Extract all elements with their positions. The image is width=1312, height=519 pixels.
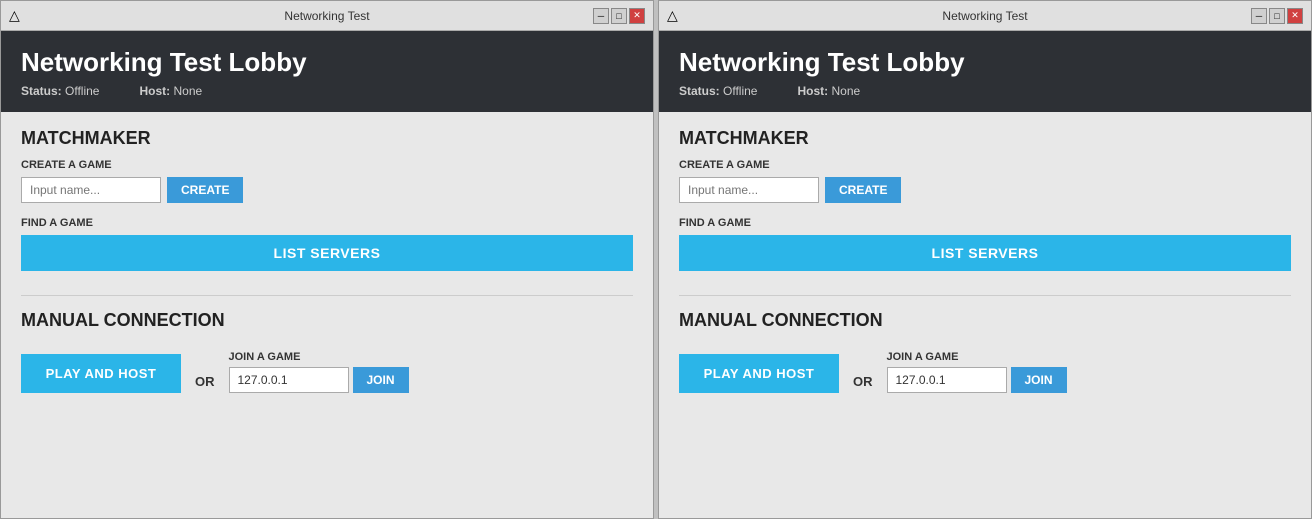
title-bar-1: △ Networking Test ─ □ ✕: [1, 1, 653, 31]
status-label-1: Status: Offline: [21, 84, 99, 98]
manual-title-2: MANUAL CONNECTION: [679, 310, 1291, 331]
join-button-1[interactable]: JOIN: [353, 367, 409, 393]
play-host-button-1[interactable]: PLAY AND HOST: [21, 354, 181, 393]
join-button-2[interactable]: JOIN: [1011, 367, 1067, 393]
lobby-title-2: Networking Test Lobby: [679, 47, 1291, 78]
divider-2: [679, 295, 1291, 296]
create-button-1[interactable]: CREATE: [167, 177, 243, 203]
title-bar-2: △ Networking Test ─ □ ✕: [659, 1, 1311, 31]
find-label-2: FIND A GAME: [679, 217, 1291, 229]
create-row-1: CREATE: [21, 177, 633, 203]
unity-logo-icon-2: △: [667, 7, 678, 24]
matchmaker-title-2: MATCHMAKER: [679, 128, 1291, 149]
join-section-2: JOIN A GAME JOIN: [887, 351, 1067, 393]
join-row-2: JOIN: [887, 367, 1067, 393]
maximize-button-2[interactable]: □: [1269, 8, 1285, 24]
close-button-2[interactable]: ✕: [1287, 8, 1303, 24]
window-2: △ Networking Test ─ □ ✕ Networking Test …: [658, 0, 1312, 519]
close-button-1[interactable]: ✕: [629, 8, 645, 24]
join-section-1: JOIN A GAME JOIN: [229, 351, 409, 393]
list-servers-button-1[interactable]: LIST SERVERS: [21, 235, 633, 271]
or-text-2: OR: [853, 374, 873, 389]
header-1: Networking Test Lobby Status: Offline Ho…: [1, 31, 653, 112]
divider-1: [21, 295, 633, 296]
manual-row-2: PLAY AND HOST OR JOIN A GAME JOIN: [679, 351, 1291, 393]
matchmaker-title-1: MATCHMAKER: [21, 128, 633, 149]
create-button-2[interactable]: CREATE: [825, 177, 901, 203]
find-label-1: FIND A GAME: [21, 217, 633, 229]
header-2: Networking Test Lobby Status: Offline Ho…: [659, 31, 1311, 112]
join-label-1: JOIN A GAME: [229, 351, 409, 363]
content-1: MATCHMAKER CREATE A GAME CREATE FIND A G…: [1, 112, 653, 518]
status-label-2: Status: Offline: [679, 84, 757, 98]
join-row-1: JOIN: [229, 367, 409, 393]
window-1: △ Networking Test ─ □ ✕ Networking Test …: [0, 0, 654, 519]
manual-row-1: PLAY AND HOST OR JOIN A GAME JOIN: [21, 351, 633, 393]
ip-input-2[interactable]: [887, 367, 1007, 393]
title-bar-title-1: Networking Test: [284, 9, 369, 23]
create-label-2: CREATE A GAME: [679, 159, 1291, 171]
unity-logo-icon: △: [9, 7, 20, 24]
input-name-1[interactable]: [21, 177, 161, 203]
or-text-1: OR: [195, 374, 215, 389]
play-host-button-2[interactable]: PLAY AND HOST: [679, 354, 839, 393]
join-label-2: JOIN A GAME: [887, 351, 1067, 363]
manual-title-1: MANUAL CONNECTION: [21, 310, 633, 331]
ip-input-1[interactable]: [229, 367, 349, 393]
minimize-button-1[interactable]: ─: [593, 8, 609, 24]
maximize-button-1[interactable]: □: [611, 8, 627, 24]
minimize-button-2[interactable]: ─: [1251, 8, 1267, 24]
host-label-1: Host: None: [139, 84, 202, 98]
content-2: MATCHMAKER CREATE A GAME CREATE FIND A G…: [659, 112, 1311, 518]
input-name-2[interactable]: [679, 177, 819, 203]
create-row-2: CREATE: [679, 177, 1291, 203]
lobby-title-1: Networking Test Lobby: [21, 47, 633, 78]
list-servers-button-2[interactable]: LIST SERVERS: [679, 235, 1291, 271]
host-label-2: Host: None: [797, 84, 860, 98]
title-bar-title-2: Networking Test: [942, 9, 1027, 23]
create-label-1: CREATE A GAME: [21, 159, 633, 171]
